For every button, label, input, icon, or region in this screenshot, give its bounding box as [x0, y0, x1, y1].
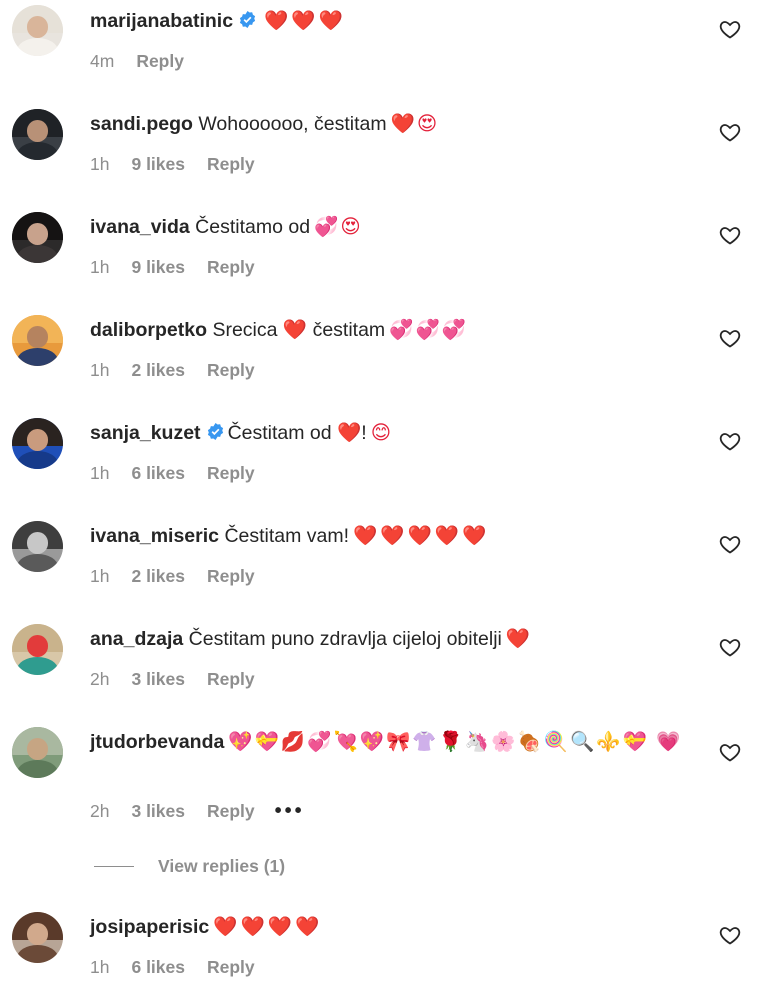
reply-button[interactable]: Reply	[207, 463, 255, 484]
avatar[interactable]	[12, 727, 63, 778]
comment-username[interactable]: marijanabatinic	[90, 10, 233, 32]
comment-emojis: ❤️😍	[390, 113, 440, 135]
reply-button[interactable]: Reply	[207, 154, 255, 175]
likes-count[interactable]: 6 likes	[131, 957, 185, 978]
comment-username[interactable]: sandi.pego	[90, 113, 193, 135]
heart-outline-icon[interactable]	[718, 120, 742, 144]
comment-username[interactable]: ivana_vida	[90, 216, 190, 238]
avatar[interactable]	[12, 912, 63, 963]
comment-emojis: ❤️	[505, 628, 534, 650]
likes-count[interactable]: 9 likes	[131, 154, 185, 175]
reply-button[interactable]: Reply	[207, 360, 255, 381]
comment-time[interactable]: 1h	[90, 566, 109, 587]
comment-time[interactable]: 4m	[90, 51, 114, 72]
comment-username[interactable]: jtudorbevanda	[90, 731, 224, 753]
comment-emojis: ❤️❤️❤️	[264, 10, 346, 32]
comment-emojis: 💞😍	[314, 216, 363, 238]
likes-count[interactable]: 3 likes	[131, 801, 185, 822]
comment-username[interactable]: sanja_kuzet	[90, 422, 201, 444]
view-replies-label: View replies (1)	[158, 855, 286, 876]
comment-text: Wohoooooo, čestitam	[198, 113, 387, 135]
avatar[interactable]	[12, 5, 63, 56]
heart-outline-icon[interactable]	[718, 326, 742, 350]
comment-emojis: 😊	[370, 422, 394, 444]
heart-outline-icon[interactable]	[718, 923, 742, 947]
avatar[interactable]	[12, 212, 63, 263]
comment-username[interactable]: daliborpetko	[90, 319, 207, 341]
reply-button[interactable]: Reply	[207, 957, 255, 978]
comment-time[interactable]: 2h	[90, 669, 109, 690]
verified-badge-icon	[207, 422, 223, 441]
more-options-icon[interactable]: •••	[275, 800, 305, 823]
avatar[interactable]	[12, 109, 63, 160]
reply-button[interactable]: Reply	[136, 51, 184, 72]
comment-time[interactable]: 1h	[90, 154, 109, 175]
heart-outline-icon[interactable]	[718, 17, 742, 41]
likes-count[interactable]: 3 likes	[131, 669, 185, 690]
heart-outline-icon[interactable]	[718, 429, 742, 453]
heart-outline-icon[interactable]	[718, 740, 742, 764]
avatar[interactable]	[12, 418, 63, 469]
comment-username[interactable]: ivana_miseric	[90, 525, 219, 547]
comment-time[interactable]: 2h	[90, 801, 109, 822]
reply-button[interactable]: Reply	[207, 257, 255, 278]
verified-badge-icon	[239, 10, 256, 29]
avatar[interactable]	[12, 624, 63, 675]
likes-count[interactable]: 9 likes	[131, 257, 185, 278]
likes-count[interactable]: 6 likes	[131, 463, 185, 484]
reply-button[interactable]: Reply	[207, 669, 255, 690]
avatar[interactable]	[12, 521, 63, 572]
comment-text: Čestitam od ❤️!	[227, 422, 367, 444]
comment-time[interactable]: 1h	[90, 360, 109, 381]
comment-emojis: ❤️❤️❤️❤️❤️	[353, 525, 490, 547]
comment-text: Čestitam vam!	[224, 525, 350, 547]
view-replies-button[interactable]: View replies (1)	[94, 854, 285, 878]
comment-time[interactable]: 1h	[90, 463, 109, 484]
comment-username[interactable]: josipaperisic	[90, 916, 209, 938]
comment-emojis: 💞💞💞	[389, 319, 469, 341]
heart-outline-icon[interactable]	[718, 635, 742, 659]
comment-time[interactable]: 1h	[90, 957, 109, 978]
likes-count[interactable]: 2 likes	[131, 566, 185, 587]
comment-text: Čestitam puno zdravlja cijeloj obitelji	[188, 628, 502, 650]
replies-divider	[94, 865, 134, 867]
avatar[interactable]	[12, 315, 63, 366]
likes-count[interactable]: 2 likes	[131, 360, 185, 381]
comment-text: Čestitamo od	[195, 216, 311, 238]
reply-button[interactable]: Reply	[207, 801, 255, 822]
heart-outline-icon[interactable]	[718, 223, 742, 247]
heart-outline-icon[interactable]	[718, 532, 742, 556]
comment-text: Srecica ❤️ čestitam	[212, 319, 386, 341]
comment-time[interactable]: 1h	[90, 257, 109, 278]
comment-emojis: ❤️❤️❤️❤️	[213, 916, 323, 938]
reply-button[interactable]: Reply	[207, 566, 255, 587]
comment-username[interactable]: ana_dzaja	[90, 628, 183, 650]
comment-emojis: 💖💝💋💞💘💖🎀👚🌹🦄🌸🍖🍭🔍⚜️💝 💗	[228, 731, 683, 753]
